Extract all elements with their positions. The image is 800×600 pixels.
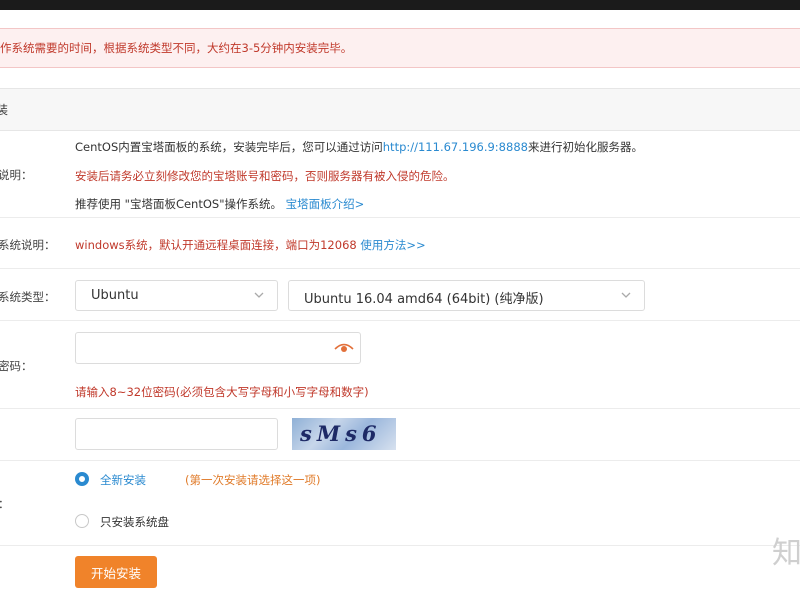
- full-install-note: (第一次安装请选择这一项): [185, 473, 321, 487]
- divider: [0, 460, 800, 461]
- divider: [0, 268, 800, 269]
- os-family-value: Ubuntu: [91, 288, 139, 303]
- baota-intro-link[interactable]: 宝塔面板介绍>: [286, 197, 365, 211]
- install-time-alert: 作系统需要的时间，根据系统类型不同，大约在3-5分钟内安装完毕。: [0, 28, 800, 68]
- os-family-select[interactable]: Ubuntu: [75, 280, 278, 311]
- panel-url-link[interactable]: http://111.67.196.9:8888: [383, 140, 528, 154]
- system-info-line1: CentOS内置宝塔面板的系统，安装完毕后，您可以通过访问http://111.…: [75, 140, 643, 154]
- divider: [0, 217, 800, 218]
- os-version-value: Ubuntu 16.04 amd64 (64bit) (纯净版): [304, 292, 544, 307]
- panel-header: 装: [0, 88, 800, 131]
- panel-title: 装: [0, 103, 9, 117]
- captcha-input[interactable]: [75, 418, 278, 450]
- start-install-button[interactable]: 开始安装: [75, 556, 157, 588]
- radio-system-disk-only[interactable]: [75, 514, 89, 528]
- divider: [0, 320, 800, 321]
- system-disk-only-label[interactable]: 只安装系统盘: [100, 514, 169, 530]
- full-install-label[interactable]: 全新安装: [100, 472, 146, 488]
- windows-info: windows系统，默认开通远程桌面连接，端口为12068 使用方法>>: [75, 238, 426, 252]
- window-top-bar: [0, 0, 800, 10]
- install-mode-label: ：: [0, 496, 10, 512]
- watermark: 知: [772, 536, 800, 571]
- eye-icon[interactable]: [334, 340, 354, 356]
- divider: [0, 545, 800, 546]
- usage-link[interactable]: 使用方法>>: [360, 238, 425, 252]
- captcha-image[interactable]: sMs6: [292, 418, 396, 450]
- password-label: 密码：: [0, 359, 33, 373]
- os-type-label: 系统类型：: [0, 290, 56, 304]
- captcha-code: sMs6: [300, 421, 382, 446]
- chevron-down-icon: [254, 292, 264, 298]
- alert-text: 作系统需要的时间，根据系统类型不同，大约在3-5分钟内安装完毕。: [0, 41, 353, 55]
- password-hint: 请输入8~32位密码(必须包含大写字母和小写字母和数字): [75, 385, 369, 399]
- security-warning: 安装后请务必立刻修改您的宝塔账号和密码，否则服务器有被入侵的危险。: [75, 169, 455, 183]
- os-version-select[interactable]: Ubuntu 16.04 amd64 (64bit) (纯净版): [288, 280, 645, 311]
- windows-info-label: 系统说明：: [0, 238, 56, 252]
- password-input[interactable]: [75, 332, 361, 364]
- system-info-label: 说明：: [0, 168, 33, 182]
- chevron-down-icon: [621, 292, 631, 298]
- divider: [0, 408, 800, 409]
- radio-full-install[interactable]: [75, 472, 89, 486]
- system-info-line3: 推荐使用 "宝塔面板CentOS"操作系统。 宝塔面板介绍>: [75, 197, 365, 211]
